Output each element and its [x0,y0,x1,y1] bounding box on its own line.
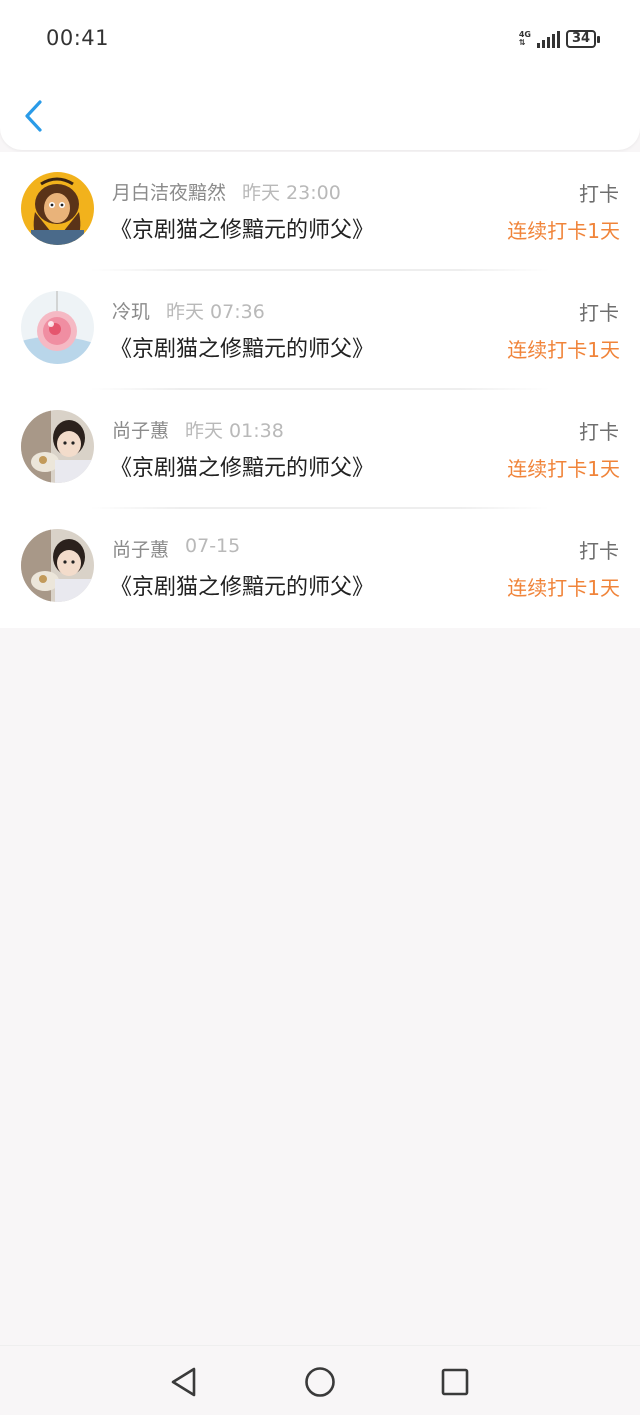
checkin-list: 月白洁夜黯然 昨天 23:00 《京剧猫之修黯元的师父》 打卡 连续打卡1天 冷… [0,152,640,628]
checkin-label: 打卡 [579,182,619,206]
entry-meta: 冷玑 昨天 07:36 [112,297,265,324]
signal-strength-icon [537,30,560,48]
checkin-label: 打卡 [579,539,619,563]
status-icons: 4G ⇅ 34 [519,27,600,51]
app-header: 00:41 4G ⇅ 34 [0,0,640,150]
nav-home-button[interactable] [302,1364,338,1400]
chevron-left-icon [25,100,42,132]
entry-time: 昨天 07:36 [166,301,265,323]
streak-label: 连续打卡1天 [507,576,620,600]
entry-meta: 月白洁夜黯然 昨天 23:00 [112,178,341,205]
data-arrows: ⇅ [518,38,526,47]
user-name[interactable]: 尚子蕙 [112,535,169,562]
nav-recents-button[interactable] [437,1364,473,1400]
back-button[interactable] [20,96,50,136]
list-item[interactable]: 冷玑 昨天 07:36 《京剧猫之修黯元的师父》 打卡 连续打卡1天 [0,271,640,390]
list-item[interactable]: 月白洁夜黯然 昨天 23:00 《京剧猫之修黯元的师父》 打卡 连续打卡1天 [0,152,640,271]
checkin-label: 打卡 [579,301,619,325]
system-navigation-bar [0,1345,640,1415]
network-type-icon: 4G ⇅ [519,31,531,47]
child-photo-avatar[interactable] [21,529,94,602]
nav-back-button[interactable] [166,1364,202,1400]
status-time: 00:41 [46,26,110,50]
user-name[interactable]: 尚子蕙 [112,416,169,443]
entry-meta: 尚子蕙 07-15 [112,535,240,562]
entry-time: 昨天 01:38 [185,420,284,442]
streak-label: 连续打卡1天 [507,457,620,481]
book-title[interactable]: 《京剧猫之修黯元的师父》 [110,212,374,244]
list-item[interactable]: 尚子蕙 昨天 01:38 《京剧猫之修黯元的师父》 打卡 连续打卡1天 [0,390,640,509]
entry-time: 昨天 23:00 [242,182,341,204]
triangle-back-icon [171,1367,196,1397]
user-name[interactable]: 月白洁夜黯然 [112,178,226,205]
entry-time: 07-15 [185,535,241,557]
entry-meta: 尚子蕙 昨天 01:38 [112,416,284,443]
child-photo-avatar[interactable] [21,410,94,483]
pink-pendant-avatar[interactable] [21,291,94,364]
book-title[interactable]: 《京剧猫之修黯元的师父》 [110,331,374,363]
book-title[interactable]: 《京剧猫之修黯元的师父》 [110,450,374,482]
square-recents-icon [441,1368,469,1396]
book-title[interactable]: 《京剧猫之修黯元的师父》 [110,569,374,601]
user-name[interactable]: 冷玑 [112,297,150,324]
cartoon-character-avatar[interactable] [21,172,94,245]
battery-icon: 34 [566,30,600,48]
list-item[interactable]: 尚子蕙 07-15 《京剧猫之修黯元的师父》 打卡 连续打卡1天 [0,509,640,628]
streak-label: 连续打卡1天 [507,219,620,243]
circle-home-icon [305,1367,335,1397]
checkin-label: 打卡 [579,420,619,444]
battery-level: 34 [571,31,591,46]
streak-label: 连续打卡1天 [507,338,620,362]
